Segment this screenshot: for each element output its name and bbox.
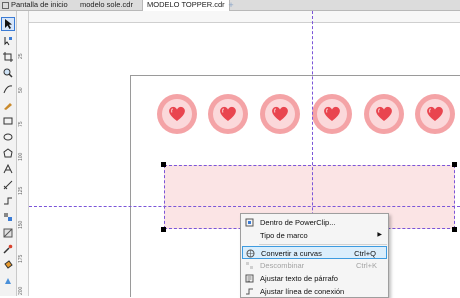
menu-item-break-apart[interactable]: Descombinar Ctrl+K <box>242 259 387 272</box>
blend-tool-icon[interactable] <box>2 211 14 223</box>
tab-modelo-sole-label: modelo sole.cdr <box>80 0 133 9</box>
shape-tool-icon[interactable] <box>2 35 14 47</box>
smart-fill-tool-icon[interactable] <box>2 275 14 287</box>
home-icon <box>2 1 9 9</box>
ellipse-tool-icon[interactable] <box>2 131 14 143</box>
tab-modelo-sole[interactable]: modelo sole.cdr <box>80 0 133 10</box>
selection-handle[interactable] <box>452 162 457 167</box>
heart-icon <box>169 106 185 121</box>
heart-badge[interactable] <box>157 94 197 134</box>
interactive-fill-tool-icon[interactable] <box>2 259 14 271</box>
pick-tool-icon[interactable] <box>1 17 15 31</box>
heart-badge[interactable] <box>312 94 352 134</box>
menu-item-label: Tipo de marco <box>260 231 308 240</box>
tab-home-label: Pantalla de inicio <box>11 0 68 9</box>
fit-text-icon <box>245 274 254 283</box>
freehand-tool-icon[interactable] <box>2 83 14 95</box>
context-menu: Dentro de PowerClip... Tipo de marco ▶ C… <box>240 213 389 298</box>
menu-item-fit-paragraph-text[interactable]: Ajustar texto de párrafo <box>242 272 387 285</box>
eyedropper-tool-icon[interactable] <box>2 243 14 255</box>
rectangle-tool-icon[interactable] <box>2 115 14 127</box>
menu-item-label: Dentro de PowerClip... <box>260 218 336 227</box>
menu-item-frame-type[interactable]: Tipo de marco ▶ <box>242 229 387 242</box>
heart-badge[interactable] <box>208 94 248 134</box>
crop-tool-icon[interactable] <box>2 51 14 63</box>
ruler-tick-label: 125 <box>18 186 24 195</box>
artistic-media-tool-icon[interactable] <box>2 99 14 111</box>
menu-item-shortcut: Ctrl+K <box>355 261 377 270</box>
menu-item-label: Descombinar <box>260 261 305 270</box>
heart-icon <box>220 106 236 121</box>
menu-item-fit-connector-line[interactable]: Ajustar línea de conexión <box>242 285 387 298</box>
tab-home[interactable]: Pantalla de inicio <box>2 0 68 10</box>
ruler-tick-label: 150 <box>18 220 24 229</box>
polygon-tool-icon[interactable] <box>2 147 14 159</box>
convert-to-curves-icon <box>246 249 255 258</box>
ruler-tick-label: 25 <box>18 53 24 59</box>
heart-icon <box>324 106 340 121</box>
menu-item-label: Ajustar línea de conexión <box>260 287 345 296</box>
submenu-arrow-icon: ▶ <box>377 232 382 238</box>
menu-separator <box>259 244 387 245</box>
text-tool-icon[interactable] <box>2 163 14 175</box>
connector-tool-icon[interactable] <box>2 195 14 207</box>
toolbox <box>0 11 17 296</box>
ruler-tick-label: 100 <box>18 152 24 161</box>
horizontal-guideline[interactable] <box>29 206 460 207</box>
horizontal-ruler <box>17 11 460 23</box>
connector-line-icon <box>245 287 254 296</box>
document-tab-bar: Pantalla de inicio modelo sole.cdr MODEL… <box>0 0 460 11</box>
heart-icon <box>427 106 443 121</box>
powerclip-icon <box>245 218 254 227</box>
heart-badge[interactable] <box>260 94 300 134</box>
heart-icon <box>272 106 288 121</box>
break-apart-icon <box>245 261 254 270</box>
ruler-tick-label: 200 <box>18 286 24 295</box>
vertical-ruler: 25 50 75 100 125 150 175 200 <box>17 11 29 296</box>
zoom-tool-icon[interactable] <box>2 67 14 79</box>
selection-handle[interactable] <box>161 162 166 167</box>
menu-item-powerclip[interactable]: Dentro de PowerClip... <box>242 216 387 229</box>
tab-modelo-topper-label: MODELO TOPPER.cdr <box>147 0 225 9</box>
transparency-tool-icon[interactable] <box>2 227 14 239</box>
menu-item-label: Ajustar texto de párrafo <box>260 274 338 283</box>
new-tab-button[interactable]: + <box>226 0 236 10</box>
heart-icon <box>376 106 392 121</box>
ruler-tick-label: 50 <box>18 87 24 93</box>
heart-badge[interactable] <box>415 94 455 134</box>
selection-handle[interactable] <box>161 227 166 232</box>
parallel-dimension-tool-icon[interactable] <box>2 179 14 191</box>
ruler-tick-label: 175 <box>18 254 24 263</box>
selection-handle[interactable] <box>452 227 457 232</box>
heart-badge[interactable] <box>364 94 404 134</box>
tab-modelo-topper[interactable]: MODELO TOPPER.cdr <box>142 0 230 11</box>
menu-item-convert-to-curves[interactable]: Convertir a curvas Ctrl+Q <box>242 246 387 259</box>
ruler-tick-label: 75 <box>18 121 24 127</box>
